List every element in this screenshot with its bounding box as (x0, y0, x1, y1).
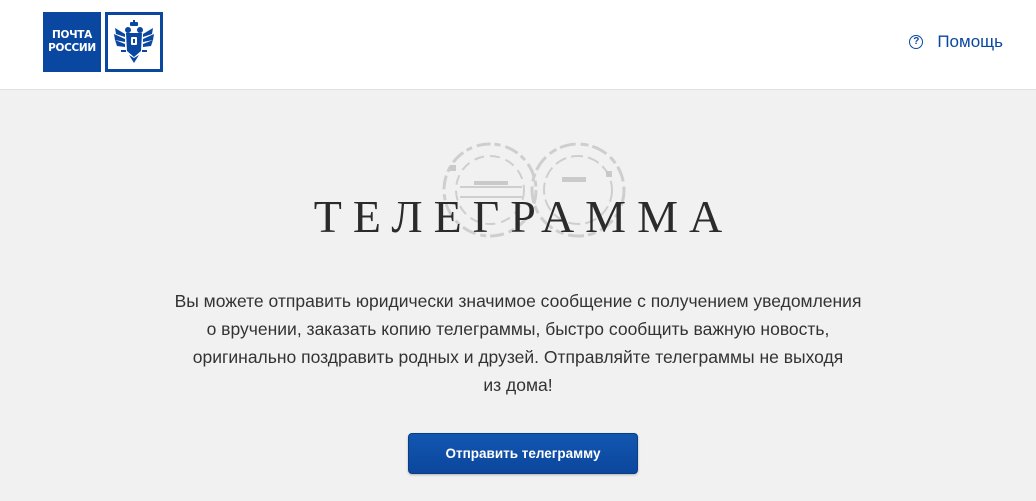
page-description: Вы можете отправить юридически значимое … (0, 287, 1036, 399)
page-title: ТЕЛЕГРАММА (313, 191, 734, 242)
send-telegram-button[interactable]: Отправить телеграмму (408, 433, 638, 474)
logo-wordmark: ПОЧТА РОССИИ (43, 12, 101, 72)
description-line: о вручении, заказать копию телеграммы, б… (206, 319, 830, 339)
help-link[interactable]: ? Помощь (909, 31, 1003, 53)
description-line: Вы можете отправить юридически значимое … (174, 291, 862, 311)
question-circle-icon: ? (909, 35, 924, 49)
logo-line-1: ПОЧТА (52, 29, 92, 41)
pochta-rossii-logo[interactable]: ПОЧТА РОССИИ (43, 12, 163, 72)
site-header: ПОЧТА РОССИИ ? Помощь (0, 0, 1036, 90)
help-label: Помощь (937, 32, 1003, 51)
description-line: из дома! (483, 375, 553, 395)
eagle-emblem-icon (105, 12, 163, 72)
description-line: оригинально поздравить родных и друзей. … (192, 347, 844, 367)
logo-line-2: РОССИИ (48, 42, 96, 54)
